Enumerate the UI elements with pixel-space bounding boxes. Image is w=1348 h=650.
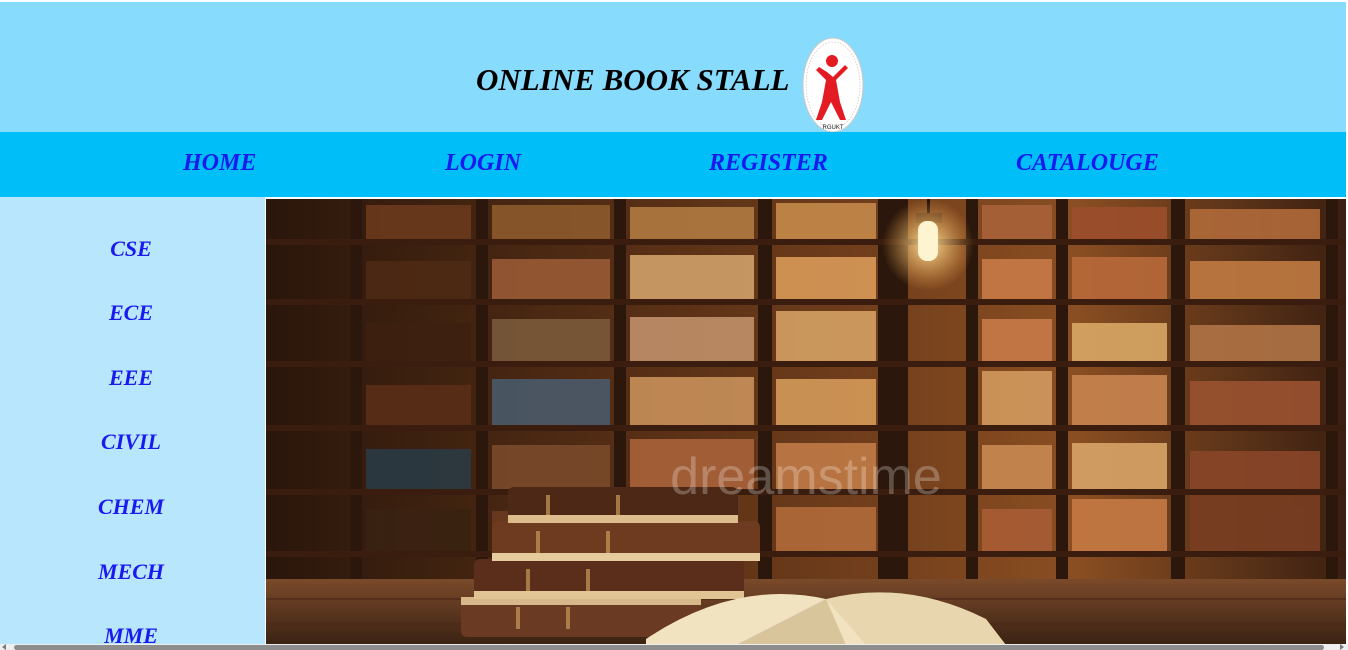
nav-home[interactable]: HOME: [183, 151, 256, 175]
page: ONLINE BOOK STALL RGUKT HOME LOGIN REGIS…: [0, 0, 1348, 650]
sidebar-item-mech[interactable]: MECH: [0, 561, 262, 583]
scroll-left-arrow-icon[interactable]: [2, 644, 6, 650]
library-illustration: dreamstime: [266, 199, 1346, 645]
site-header: ONLINE BOOK STALL RGUKT: [0, 2, 1346, 133]
nav-register[interactable]: REGISTER: [709, 151, 828, 175]
rgukt-logo-icon: RGUKT: [802, 37, 864, 133]
sidebar-item-chem[interactable]: CHEM: [0, 496, 262, 518]
main-nav: HOME LOGIN REGISTER CATALOUGE: [0, 132, 1346, 197]
image-watermark: dreamstime: [670, 448, 942, 506]
scrollbar-thumb[interactable]: [14, 645, 1324, 650]
logo-caption: RGUKT: [823, 125, 844, 131]
library-hero-image: dreamstime: [266, 199, 1346, 645]
scroll-right-arrow-icon[interactable]: [1340, 644, 1344, 650]
sidebar-item-eee[interactable]: EEE: [0, 367, 262, 389]
site-title: ONLINE BOOK STALL: [476, 62, 790, 97]
sidebar-item-cse[interactable]: CSE: [0, 238, 262, 260]
sidebar-item-civil[interactable]: CIVIL: [0, 431, 262, 453]
department-sidebar: CSE ECE EEE CIVIL CHEM MECH MME: [0, 197, 265, 645]
sidebar-item-ece[interactable]: ECE: [0, 302, 262, 324]
sidebar-item-mme[interactable]: MME: [0, 625, 262, 646]
nav-login[interactable]: LOGIN: [445, 151, 521, 175]
horizontal-scrollbar[interactable]: [0, 644, 1348, 650]
nav-catalogue[interactable]: CATALOUGE: [1016, 151, 1159, 175]
